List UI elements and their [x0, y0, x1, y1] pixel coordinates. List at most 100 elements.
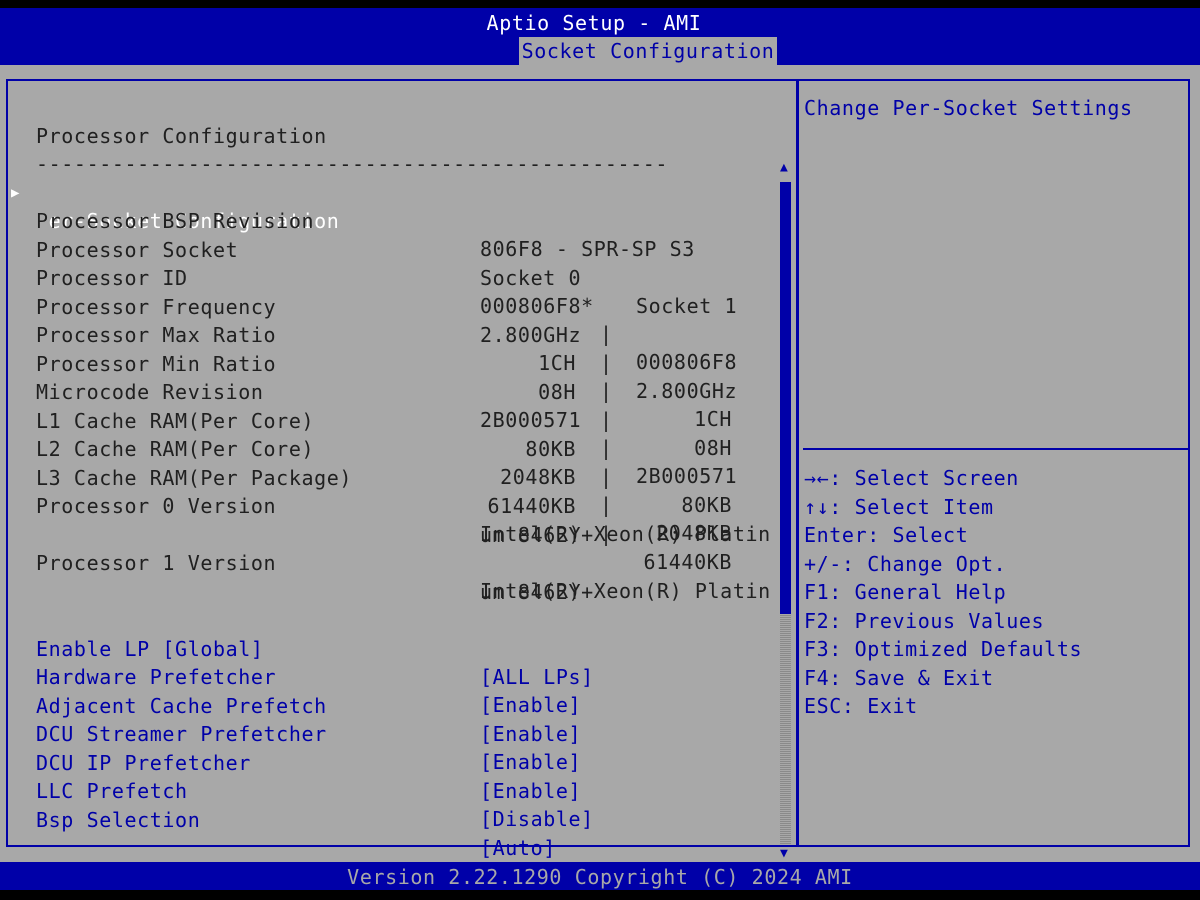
option-value: [Enable]	[480, 722, 582, 746]
info-label: Processor Min Ratio	[36, 352, 277, 376]
option-adjacent-cache-prefetch[interactable]: Adjacent Cache Prefetch [Enable]	[0, 664, 581, 746]
option-label: Bsp Selection	[36, 808, 201, 832]
info-row-proc1-version: Processor 1 Version Intel(R) Xeon(R) Pla…	[0, 521, 770, 603]
section-title: Processor Configuration	[36, 124, 327, 148]
key-help-item: F4: Save & Exit	[804, 666, 994, 690]
version-footer: Version 2.22.1290 Copyright (C) 2024 AMI	[347, 865, 853, 889]
tab-socket-configuration[interactable]: Socket Configuration	[519, 37, 777, 65]
option-value: [Auto]	[480, 836, 556, 860]
socket-0-value: 2048KB	[500, 465, 576, 489]
socket-1-value: 1CH	[694, 407, 732, 431]
key-help-item: F1: General Help	[804, 580, 1007, 604]
column-separator: |	[600, 408, 613, 432]
option-value: [Disable]	[480, 807, 594, 831]
socket-0-value: 2B000571	[480, 408, 582, 432]
key-help-item: F3: Optimized Defaults	[804, 637, 1083, 661]
socket-1-value: 2B000571	[636, 464, 738, 488]
socket-1-value: 2.800GHz	[636, 379, 738, 403]
info-row: Processor Max Ratio 1CH | 1CH	[0, 293, 731, 431]
info-label: Microcode Revision	[36, 380, 264, 404]
info-label: Processor Socket	[36, 238, 239, 262]
submenu-per-socket-configuration[interactable]: ▶ Per-Socket Configuration	[0, 151, 339, 233]
column-separator: |	[600, 465, 613, 489]
option-label: Hardware Prefetcher	[36, 665, 277, 689]
option-value: [Enable]	[480, 779, 582, 803]
info-row-proc0-version: Processor 0 Version Intel(R) Xeon(R) Pla…	[0, 464, 770, 546]
scrollbar-thumb[interactable]	[780, 182, 791, 614]
socket-1-value: 08H	[694, 436, 732, 460]
separator-row: ----------------------------------------…	[0, 122, 667, 176]
info-row: Processor Min Ratio 08H | 08H	[0, 322, 731, 460]
option-value: [ALL LPs]	[480, 665, 594, 689]
column-separator: |	[600, 379, 613, 403]
socket-1-header: Socket 1	[636, 294, 738, 318]
info-value: um 8462Y+	[480, 523, 594, 547]
column-separator: |	[600, 322, 613, 346]
info-label: Processor Max Ratio	[36, 323, 277, 347]
key-help-item: +/-: Change Opt.	[804, 552, 1007, 576]
option-bsp-selection[interactable]: Bsp Selection [Auto]	[0, 778, 555, 860]
column-separator: |	[600, 493, 613, 517]
section-separator: ----------------------------------------…	[36, 152, 669, 176]
info-row: L2 Cache RAM(Per Core) 2048KB | 2048KB	[0, 407, 731, 545]
info-row-socket: Processor Socket Socket 0 Socket 1	[0, 208, 737, 318]
option-label: Adjacent Cache Prefetch	[36, 694, 327, 718]
option-hardware-prefetcher[interactable]: Hardware Prefetcher [Enable]	[0, 635, 581, 717]
option-value: [Enable]	[480, 750, 582, 774]
option-llc-prefetch[interactable]: LLC Prefetch [Disable]	[0, 749, 593, 831]
info-row: Processor Frequency 2.800GHz | 2.800GHz	[0, 265, 737, 403]
help-text: Change Per-Socket Settings	[804, 96, 1133, 120]
info-label: Processor BSP Revision	[36, 209, 315, 233]
info-value: 806F8 - SPR-SP S3	[480, 237, 695, 261]
socket-0-value: 000806F8*	[480, 294, 594, 318]
option-dcu-streamer-prefetcher[interactable]: DCU Streamer Prefetcher [Enable]	[0, 692, 581, 774]
bottom-border	[0, 890, 1200, 900]
option-label: DCU IP Prefetcher	[36, 751, 251, 775]
option-label: Enable LP [Global]	[36, 637, 264, 661]
main-panel: Processor Configuration ----------------…	[0, 65, 1200, 862]
key-help-item: ESC: Exit	[804, 694, 918, 718]
info-row: Microcode Revision 2B000571 | 2B000571	[0, 350, 737, 488]
info-row: Processor ID 000806F8* | 000806F8	[0, 236, 737, 374]
vertical-divider	[796, 79, 799, 847]
socket-0-value: 08H	[538, 380, 576, 404]
key-help-item: ↑↓: Select Item	[804, 495, 994, 519]
socket-0-value: 1CH	[538, 351, 576, 375]
socket-0-value: 80KB	[525, 437, 576, 461]
info-label: Processor ID	[36, 266, 188, 290]
help-divider	[803, 448, 1189, 450]
triangle-down-icon[interactable]: ▼	[780, 846, 788, 861]
option-dcu-ip-prefetcher[interactable]: DCU IP Prefetcher [Enable]	[0, 721, 581, 803]
option-label: DCU Streamer Prefetcher	[36, 722, 327, 746]
socket-0-header: Socket 0	[480, 266, 582, 290]
key-help-item: Enter: Select	[804, 523, 969, 547]
option-enable-lp-global[interactable]: Enable LP [Global] [ALL LPs]	[0, 607, 593, 689]
info-label: L1 Cache RAM(Per Core)	[36, 409, 315, 433]
info-label: Processor Frequency	[36, 295, 277, 319]
column-separator: |	[600, 351, 613, 375]
app-title: Aptio Setup - AMI	[486, 11, 702, 35]
triangle-up-icon[interactable]: ▲	[780, 160, 788, 175]
info-label: Processor 0 Version	[36, 494, 277, 518]
key-help-item: →←: Select Screen	[804, 466, 1019, 490]
info-value: um 8462Y+	[480, 580, 594, 604]
info-row: L1 Cache RAM(Per Core) 80KB | 80KB	[0, 379, 731, 517]
info-row-proc1-version-cont: um 8462Y+	[0, 550, 593, 604]
info-label: Processor 1 Version	[36, 551, 277, 575]
socket-0-value: 61440KB	[487, 494, 576, 518]
info-row-bsp-revision: Processor BSP Revision 806F8 - SPR-SP S3	[0, 179, 694, 261]
info-label: L3 Cache RAM(Per Package)	[36, 466, 353, 490]
column-separator: |	[600, 436, 613, 460]
socket-1-value: 000806F8	[636, 350, 738, 374]
socket-1-value: 80KB	[681, 493, 732, 517]
key-help-item: F2: Previous Values	[804, 609, 1045, 633]
socket-0-value: 2.800GHz	[480, 323, 582, 347]
section-title-row: Processor Configuration	[0, 94, 326, 148]
info-row-proc0-version-cont: um 8462Y+	[0, 493, 593, 547]
info-row: L3 Cache RAM(Per Package) 61440KB | 6144…	[0, 436, 731, 574]
option-value: [Enable]	[480, 693, 582, 717]
option-label: LLC Prefetch	[36, 779, 188, 803]
info-label: L2 Cache RAM(Per Core)	[36, 437, 315, 461]
top-border	[0, 0, 1200, 8]
socket-1-value: 61440KB	[643, 550, 732, 574]
